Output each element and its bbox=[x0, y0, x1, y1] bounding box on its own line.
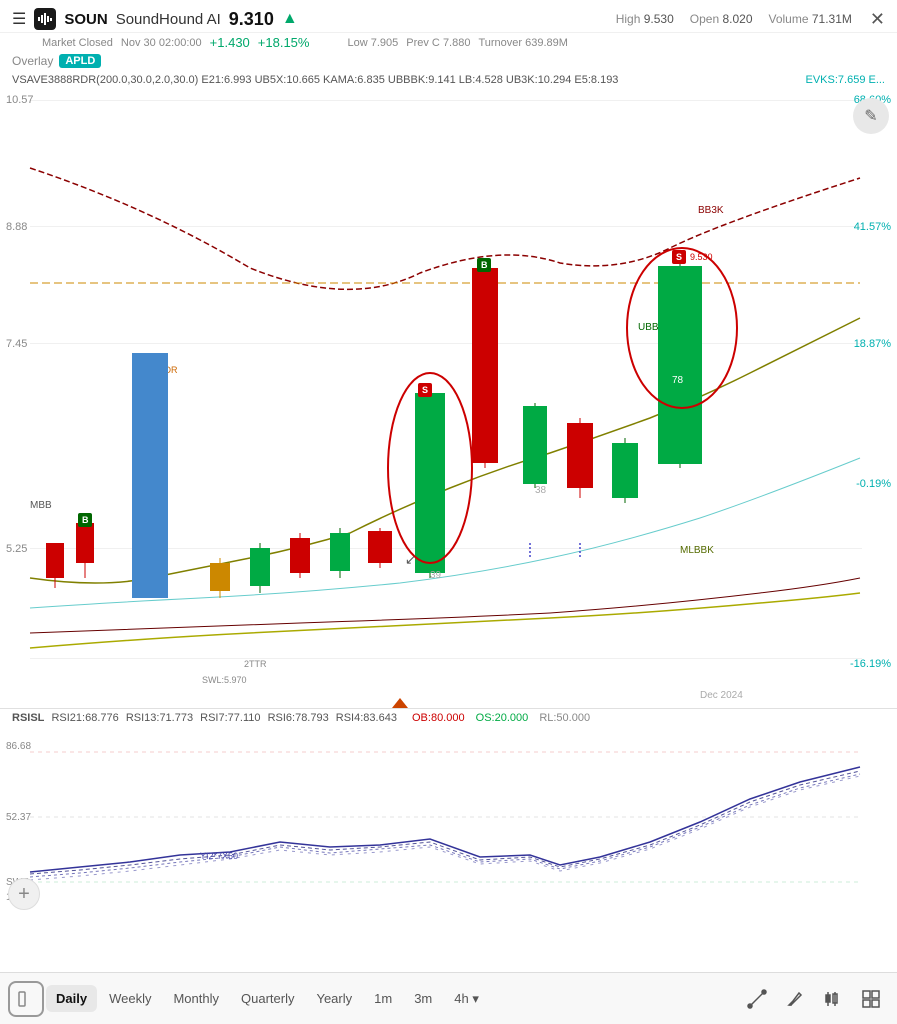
rsi-os: OS:20.000 bbox=[476, 712, 529, 724]
price-stats: High 9.530 Open 8.020 Volume 71.31M bbox=[616, 12, 852, 26]
bottom-toolbar: Daily Weekly Monthly Quarterly Yearly 1m… bbox=[0, 972, 897, 1024]
candle-8 bbox=[368, 531, 392, 563]
rsi-line-main bbox=[30, 767, 860, 872]
rsi-rl: RL:50.000 bbox=[539, 712, 590, 724]
daily-button[interactable]: Daily bbox=[46, 985, 97, 1012]
header-row1: ☰ SOUN SoundHound AI 9.310 ▲ High 9.530 … bbox=[0, 0, 897, 33]
candle-blue bbox=[132, 353, 168, 598]
volume-stat: Volume 71.31M bbox=[769, 12, 852, 26]
bb3k-label: BB3K bbox=[698, 205, 724, 216]
rsi6-val: RSI6:78.793 bbox=[268, 712, 329, 724]
price-change: +1.430 bbox=[210, 35, 250, 50]
chart-svg: BB3K UBBBK MLBBK MBB RDR B bbox=[0, 88, 897, 708]
candle-orange bbox=[210, 563, 230, 591]
svg-text:YI2*7X50: YI2*7X50 bbox=[200, 851, 238, 861]
overlay-bar: Overlay APLD bbox=[0, 50, 897, 72]
svg-text:B: B bbox=[82, 515, 89, 525]
expand-button[interactable] bbox=[8, 981, 44, 1017]
market-status: Market Closed bbox=[42, 37, 113, 49]
low-stat: Low 7.905 bbox=[347, 37, 398, 49]
rsi-line-4 bbox=[30, 776, 860, 880]
1m-button[interactable]: 1m bbox=[364, 985, 402, 1012]
svg-text:SWL:5.970: SWL:5.970 bbox=[202, 675, 247, 685]
draw-line-button[interactable] bbox=[739, 981, 775, 1017]
rsi-panel: RSISL RSI21:68.776 RSI13:71.773 RSI7:77.… bbox=[0, 708, 897, 918]
rsi21-val: RSI21:68.776 bbox=[51, 712, 118, 724]
candle-7-green bbox=[330, 533, 350, 571]
svg-text:B: B bbox=[481, 260, 488, 270]
overlay-label: Overlay bbox=[12, 54, 53, 68]
menu-icon[interactable]: ☰ bbox=[12, 9, 26, 29]
candle-6 bbox=[290, 538, 310, 573]
mbb-text: MBB bbox=[30, 500, 52, 511]
stock-logo bbox=[34, 8, 56, 30]
overlay-tag[interactable]: APLD bbox=[59, 54, 101, 68]
monthly-button[interactable]: Monthly bbox=[163, 985, 229, 1012]
draw-pen-button[interactable] bbox=[777, 981, 813, 1017]
candle-12 bbox=[567, 423, 593, 488]
company-name: SoundHound AI bbox=[116, 11, 221, 28]
lower-band-line bbox=[30, 593, 860, 648]
candle-2 bbox=[76, 523, 94, 563]
rsi-svg: YI2*7X50 86.68 52.37 SWT 18.06 bbox=[0, 727, 897, 902]
svg-text:78: 78 bbox=[672, 375, 684, 386]
rsi-line-3 bbox=[30, 774, 860, 877]
market-date: Nov 30 02:00:00 bbox=[121, 37, 202, 49]
svg-text:S: S bbox=[422, 385, 428, 395]
turnover-stat: Turnover 639.89M bbox=[478, 37, 567, 49]
chart-edit-button[interactable]: ✎ bbox=[853, 98, 889, 134]
candle-11 bbox=[523, 406, 547, 484]
dec-label: Dec 2024 bbox=[700, 690, 743, 701]
candle-5-green bbox=[250, 548, 270, 586]
3m-button[interactable]: 3m bbox=[404, 985, 442, 1012]
rsi7-val: RSI7:77.110 bbox=[200, 712, 260, 724]
4h-button[interactable]: 4h ▾ bbox=[444, 985, 489, 1013]
candle-14-big bbox=[658, 266, 702, 464]
rsi-ob: OB:80.000 bbox=[412, 712, 465, 724]
main-chart[interactable]: 10.57 8.88 7.45 5.25 68.60% 41.57% 18.87… bbox=[0, 88, 897, 708]
candlestick-type-button[interactable] bbox=[815, 981, 851, 1017]
svg-text:↙: ↙ bbox=[405, 552, 416, 567]
evks-label: EVKS:7.659 E... bbox=[806, 74, 886, 86]
high-stat: High 9.530 bbox=[616, 12, 674, 26]
grid-layout-button[interactable] bbox=[853, 981, 889, 1017]
rsi13-val: RSI13:71.773 bbox=[126, 712, 193, 724]
indicator-bar: VSAVE3888RDR(200.0,30.0,2.0,30.0) E21:6.… bbox=[0, 72, 897, 88]
mlbbk-label: MLBBK bbox=[680, 545, 714, 556]
svg-text:39: 39 bbox=[430, 570, 442, 581]
rsi4-val: RSI4:83.643 bbox=[336, 712, 397, 724]
svg-text:52.37: 52.37 bbox=[6, 812, 31, 823]
yearly-button[interactable]: Yearly bbox=[306, 985, 362, 1012]
header-row2: Market Closed Nov 30 02:00:00 +1.430 +18… bbox=[0, 33, 897, 50]
candle-9-big bbox=[415, 393, 445, 573]
close-button[interactable]: ✕ bbox=[870, 9, 885, 30]
candle-13 bbox=[612, 443, 638, 498]
candle-1 bbox=[46, 543, 64, 578]
svg-text:S: S bbox=[676, 252, 682, 262]
price-arrow: ▲ bbox=[282, 10, 298, 28]
svg-text:38: 38 bbox=[535, 485, 547, 496]
ticker-symbol[interactable]: SOUN bbox=[64, 11, 107, 28]
rsi-main-label: RSISL bbox=[12, 712, 44, 724]
candle-10 bbox=[472, 268, 498, 463]
add-indicator-button[interactable]: + bbox=[8, 878, 40, 910]
current-price: 9.310 bbox=[229, 9, 274, 30]
svg-text:86.68: 86.68 bbox=[6, 741, 31, 752]
svg-text:2TTR: 2TTR bbox=[244, 659, 267, 669]
rsi-label-bar: RSISL RSI21:68.776 RSI13:71.773 RSI7:77.… bbox=[0, 709, 897, 727]
open-stat: Open 8.020 bbox=[690, 12, 753, 26]
indicator-text: VSAVE3888RDR(200.0,30.0,2.0,30.0) E21:6.… bbox=[12, 74, 618, 86]
weekly-button[interactable]: Weekly bbox=[99, 985, 161, 1012]
quarterly-button[interactable]: Quarterly bbox=[231, 985, 304, 1012]
price-change-pct: +18.15% bbox=[258, 35, 310, 50]
prevc-stat: Prev C 7.880 bbox=[406, 37, 470, 49]
bb3k-line bbox=[30, 168, 860, 289]
triangle-marker bbox=[392, 698, 408, 708]
